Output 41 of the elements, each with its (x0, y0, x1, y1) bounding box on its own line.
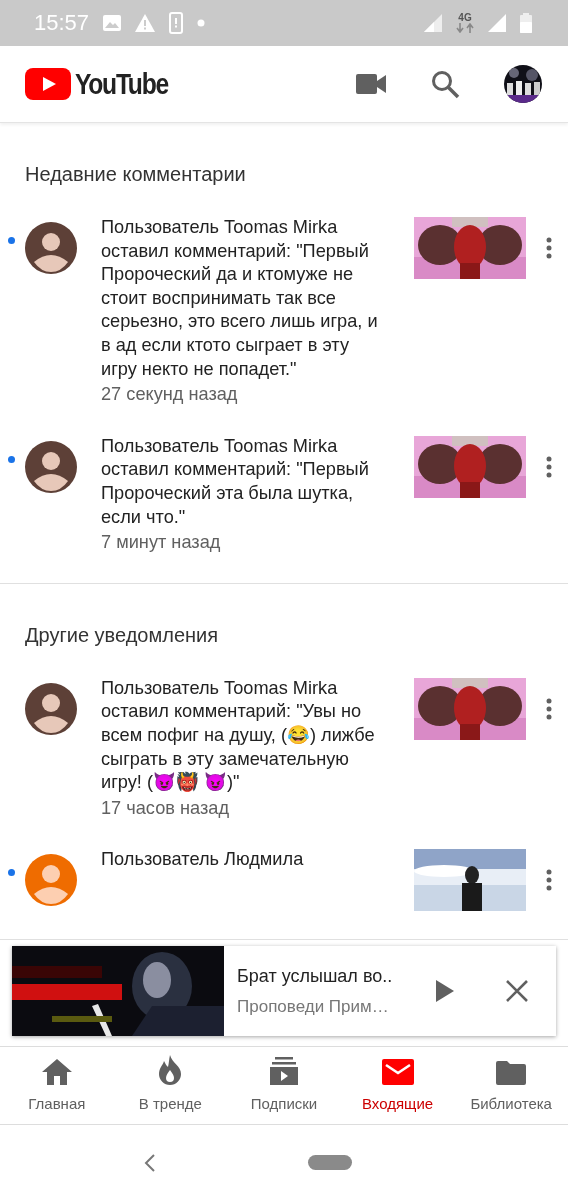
warning-icon (135, 14, 156, 32)
notification-text[interactable]: Пользователь Toomas Mirka оставил комментарий: "Первый Пророческий эта была шутка, если что." (101, 434, 379, 530)
mini-player-title: Брат услышал во.. (237, 965, 394, 987)
close-icon[interactable] (506, 980, 528, 1002)
logo-icon[interactable] (25, 68, 71, 100)
more-options-icon[interactable] (546, 237, 552, 259)
battery-icon (520, 13, 532, 33)
home-icon (41, 1059, 72, 1085)
notification-text[interactable]: Пользователь Людмила (101, 848, 379, 872)
section-title: Другие уведомления (24, 622, 220, 648)
mini-player-channel: Проповеди Прим… (237, 996, 390, 1017)
subscriptions-icon (270, 1057, 298, 1085)
network-type: 4G (458, 13, 472, 23)
home-pill[interactable] (308, 1155, 352, 1170)
notification-time: 7 минут назад (101, 531, 222, 555)
phone-alert-icon (169, 12, 184, 34)
section-title: Недавние комментарии (24, 162, 247, 187)
more-options-icon[interactable] (546, 455, 552, 478)
avatar-icon[interactable] (25, 222, 77, 274)
play-icon[interactable] (436, 980, 454, 1002)
back-icon[interactable] (144, 1153, 156, 1172)
video-camera-icon[interactable] (356, 74, 386, 94)
data-arrows-icon (456, 23, 474, 33)
more-options-icon[interactable] (546, 869, 552, 892)
logo-text: YouTube (75, 67, 168, 101)
folder-icon (496, 1061, 527, 1085)
dot-icon (197, 19, 206, 27)
avatar-icon[interactable] (25, 682, 77, 735)
flame-icon (157, 1055, 184, 1085)
search-icon[interactable] (430, 69, 460, 99)
signal-icon (424, 14, 442, 32)
mail-icon (381, 1059, 414, 1085)
mini-player[interactable]: Брат услышал во.. Проповеди Прим… (12, 946, 556, 1036)
notification-time: 17 часов назад (101, 796, 231, 820)
notification-text[interactable]: Пользователь Toomas Mirka оставил комментарий: "Увы но всем пофиг на душу, (😂) лижбе сыграть в эту замечательную игру! (😈👹 😈)" (101, 676, 379, 795)
avatar-icon[interactable] (25, 440, 77, 493)
signal-icon (488, 14, 506, 32)
more-options-icon[interactable] (546, 697, 552, 720)
notification-time: 27 секунд назад (101, 383, 239, 407)
image-icon (103, 15, 122, 31)
notification-text[interactable]: Пользователь Toomas Mirka оставил комментарий: "Первый Пророческий да и ктомуже не стоит воспринимать так все серьезно, это всего лишь игра, и в ад если ктото сыграет в эту игру некто не попадет." (101, 216, 379, 382)
